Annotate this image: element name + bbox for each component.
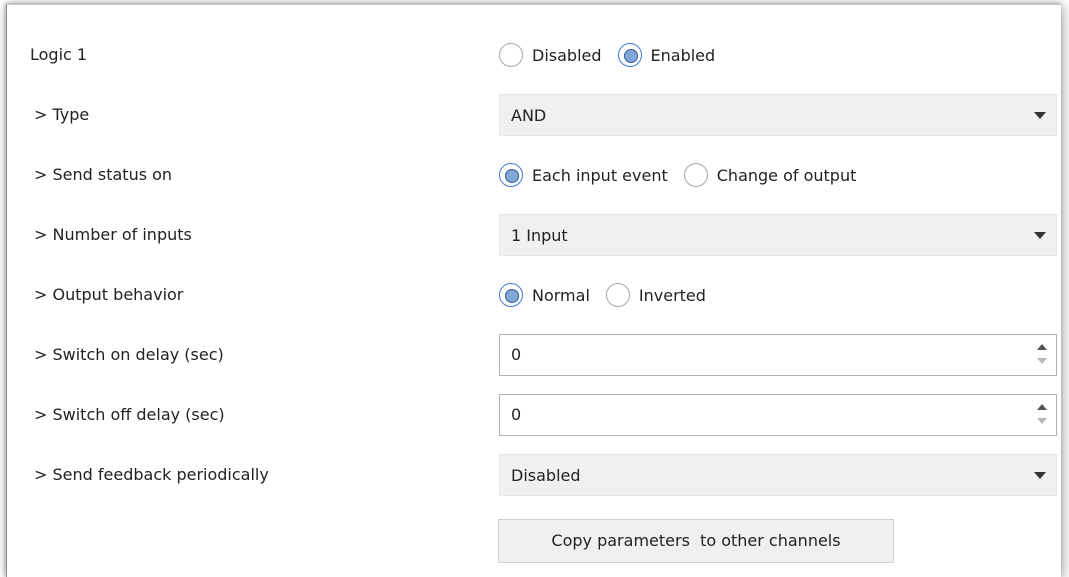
switch-off-delay-label: > Switch off delay (sec) xyxy=(34,405,225,424)
output-inverted-radio[interactable]: Inverted xyxy=(605,283,706,307)
logic-enabled-radio[interactable]: Enabled xyxy=(617,43,716,67)
radio-checked-icon[interactable] xyxy=(499,163,523,187)
row-number-of-inputs: > Number of inputs 1 Input xyxy=(7,205,1060,265)
output-behavior-radio-group: Normal Inverted xyxy=(499,265,722,325)
number-of-inputs-value: 1 Input xyxy=(511,226,568,245)
send-status-label: > Send status on xyxy=(34,165,173,184)
radio-unchecked-icon[interactable] xyxy=(683,163,708,187)
parameter-panel: Logic 1 Disabled Enabled > Type AND > Se… xyxy=(6,4,1061,577)
radio-checked-icon[interactable] xyxy=(499,283,523,307)
switch-off-delay-input[interactable]: 0 xyxy=(499,394,1057,436)
row-switch-off-delay: > Switch off delay (sec) 0 xyxy=(7,385,1060,445)
send-feedback-label: > Send feedback periodically xyxy=(34,465,269,484)
logic-disabled-label: Disabled xyxy=(532,45,602,65)
number-of-inputs-dropdown[interactable]: 1 Input xyxy=(499,214,1057,256)
send-status-radio-group: Each input event Change of output xyxy=(499,145,872,205)
logic-label: Logic 1 xyxy=(30,45,88,64)
logic-radio-group: Disabled Enabled xyxy=(499,25,731,85)
switch-on-delay-label: > Switch on delay (sec) xyxy=(34,345,224,364)
radio-unchecked-icon[interactable] xyxy=(499,43,523,67)
logic-enabled-label: Enabled xyxy=(650,45,716,65)
normal-label: Normal xyxy=(532,285,590,305)
send-feedback-value: Disabled xyxy=(511,466,581,485)
output-behavior-label: > Output behavior xyxy=(34,285,184,304)
send-feedback-dropdown[interactable]: Disabled xyxy=(499,454,1057,496)
arrow-down-icon[interactable] xyxy=(1037,358,1047,364)
arrow-up-icon[interactable] xyxy=(1037,404,1047,410)
output-normal-radio[interactable]: Normal xyxy=(499,283,590,307)
inverted-label: Inverted xyxy=(638,285,706,305)
chevron-down-icon[interactable] xyxy=(1034,472,1046,479)
chevron-down-icon[interactable] xyxy=(1034,232,1046,239)
number-of-inputs-label: > Number of inputs xyxy=(34,225,192,244)
row-send-status: > Send status on Each input event Change… xyxy=(7,145,1060,205)
send-status-change-output-radio[interactable]: Change of output xyxy=(683,163,857,187)
row-output-behavior: > Output behavior Normal Inverted xyxy=(7,265,1060,325)
switch-off-delay-spinner xyxy=(1036,402,1048,428)
row-type: > Type AND xyxy=(7,85,1060,145)
radio-unchecked-icon[interactable] xyxy=(605,283,630,307)
copy-parameters-button[interactable]: Copy parameters to other channels xyxy=(498,519,894,563)
change-of-output-label: Change of output xyxy=(716,165,857,185)
radio-checked-icon[interactable] xyxy=(617,43,642,67)
type-label: > Type xyxy=(34,105,90,124)
switch-on-delay-spinner xyxy=(1036,342,1048,368)
each-input-event-label: Each input event xyxy=(532,165,668,185)
type-dropdown[interactable]: AND xyxy=(499,94,1057,136)
switch-off-delay-value: 0 xyxy=(511,405,522,424)
switch-on-delay-value: 0 xyxy=(511,345,522,364)
type-dropdown-value: AND xyxy=(511,106,547,125)
switch-on-delay-input[interactable]: 0 xyxy=(499,334,1057,376)
row-send-feedback: > Send feedback periodically Disabled xyxy=(7,445,1060,505)
arrow-up-icon[interactable] xyxy=(1037,344,1047,350)
arrow-down-icon[interactable] xyxy=(1037,418,1047,424)
chevron-down-icon[interactable] xyxy=(1034,112,1046,119)
send-status-each-input-radio[interactable]: Each input event xyxy=(499,163,668,187)
row-switch-on-delay: > Switch on delay (sec) 0 xyxy=(7,325,1060,385)
logic-disabled-radio[interactable]: Disabled xyxy=(499,43,602,67)
row-logic: Logic 1 Disabled Enabled xyxy=(7,25,1060,85)
